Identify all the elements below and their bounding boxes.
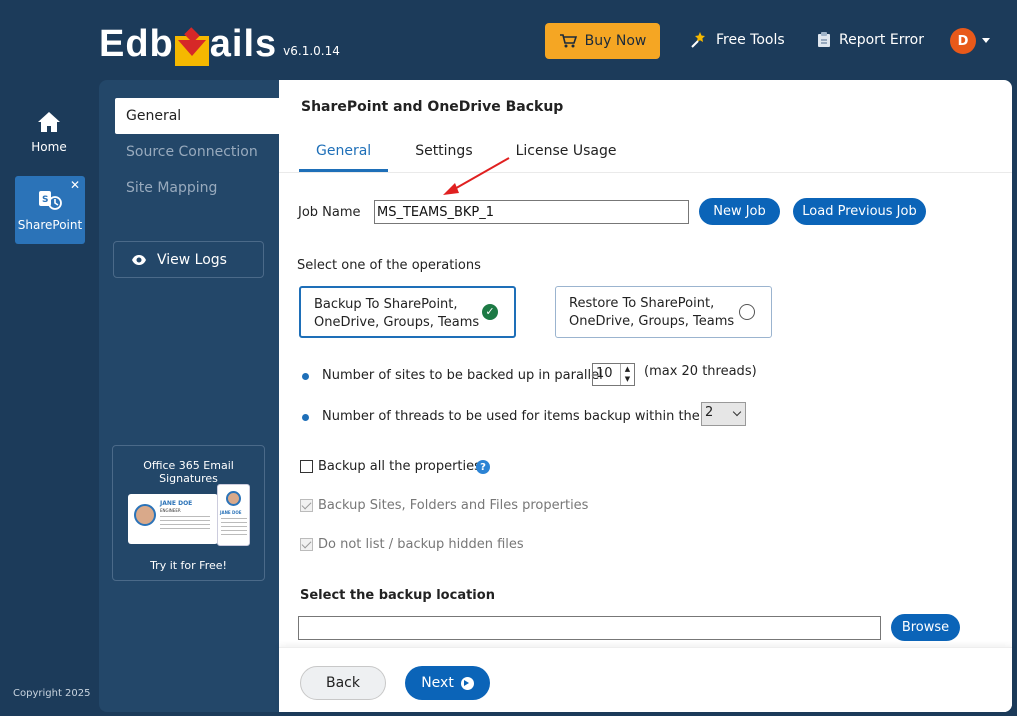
buy-now-label: Buy Now (584, 33, 647, 49)
avatar-photo-icon (134, 504, 156, 526)
restore-option-line2: OneDrive, Groups, Teams (569, 314, 735, 329)
load-previous-job-button[interactable]: Load Previous Job (793, 198, 926, 225)
stepper-arrows-icon[interactable]: ▲ ▼ (620, 364, 634, 385)
red-arrow-annotation (443, 157, 510, 195)
copyright-text: Copyright 2025 (13, 688, 91, 699)
report-error-link[interactable]: Report Error (817, 31, 924, 48)
backup-operation-option[interactable]: Backup To SharePoint, OneDrive, Groups, … (299, 286, 516, 338)
free-tools-label: Free Tools (716, 32, 785, 48)
promo-title: Office 365 Email Signatures (143, 459, 234, 485)
check-circle-icon: ✓ (482, 304, 498, 320)
nav-item-site-mapping[interactable]: Site Mapping (115, 170, 279, 206)
threads-select[interactable]: 2 (701, 402, 746, 426)
chevron-down-icon[interactable] (982, 38, 990, 43)
promo-mobile-lines (221, 518, 247, 538)
rail-sharepoint[interactable]: ✕ S SharePoint (15, 176, 85, 244)
backup-sites-properties-checkbox (300, 499, 313, 512)
promo-cta[interactable]: Try it for Free! (113, 559, 264, 572)
svg-text:S: S (42, 195, 48, 205)
cart-icon (559, 34, 577, 48)
hidden-files-label: Do not list / backup hidden files (318, 537, 524, 552)
rail-home-label: Home (31, 140, 67, 154)
footer-bar: Back Next (279, 647, 1012, 712)
new-job-button[interactable]: New Job (699, 198, 780, 225)
tab-license-usage[interactable]: License Usage (516, 143, 617, 172)
job-name-label: Job Name (298, 205, 361, 220)
sharepoint-icon: S (39, 191, 62, 210)
help-icon[interactable]: ? (476, 460, 490, 474)
logo-text-left: Edb (99, 23, 174, 65)
app-logo: Edb ails v6.1.0.14 (99, 18, 340, 66)
bullet-icon (302, 373, 309, 380)
chevron-down-icon (732, 407, 742, 417)
promo-card-role: ENGINEER (160, 508, 181, 513)
side-navigation: General Source Connection Site Mapping V… (99, 80, 279, 712)
wand-star-icon (691, 32, 705, 48)
app-version: v6.1.0.14 (283, 44, 340, 58)
report-error-label: Report Error (839, 31, 924, 48)
promo-signature-card: JANE DOE ENGINEER (128, 494, 218, 544)
operations-label: Select one of the operations (297, 258, 481, 273)
home-icon (38, 112, 60, 132)
email-signature-promo[interactable]: Office 365 Email Signatures JANE DOE ENG… (112, 445, 265, 581)
parallel-sites-label: Number of sites to be backed up in paral… (322, 368, 603, 383)
page-title: SharePoint and OneDrive Backup (301, 99, 564, 115)
tab-divider (279, 172, 1012, 173)
nav-item-general[interactable]: General (115, 98, 279, 134)
user-avatar[interactable]: D (950, 28, 976, 54)
logo-text-right: ails (209, 23, 278, 65)
rail-sharepoint-label: SharePoint (17, 218, 83, 232)
parallel-sites-note: (max 20 threads) (644, 364, 757, 379)
parallel-sites-stepper[interactable]: 10 ▲ ▼ (592, 363, 635, 386)
hidden-files-checkbox (300, 538, 313, 551)
threads-label: Number of threads to be used for items b… (322, 409, 735, 424)
promo-card-lines (160, 516, 210, 530)
backup-option-line2: OneDrive, Groups, Teams (314, 315, 480, 330)
restore-operation-option[interactable]: Restore To SharePoint, OneDrive, Groups,… (555, 286, 772, 338)
eye-icon (132, 254, 146, 265)
next-button[interactable]: Next (405, 666, 490, 700)
arrow-right-circle-icon (460, 676, 474, 690)
parallel-sites-value: 10 (596, 366, 613, 381)
radio-circle-icon (739, 304, 755, 320)
backup-sites-properties-label: Backup Sites, Folders and Files properti… (318, 498, 589, 513)
promo-card-name: JANE DOE (160, 500, 193, 507)
threads-value: 2 (705, 405, 714, 420)
back-button[interactable]: Back (300, 666, 386, 700)
backup-location-label: Select the backup location (300, 588, 495, 603)
nav-item-source-connection[interactable]: Source Connection (115, 134, 279, 170)
backup-option-line1: Backup To SharePoint, (314, 297, 458, 312)
job-name-input[interactable] (374, 200, 689, 224)
backup-all-properties-label: Backup all the properties (318, 459, 481, 474)
view-logs-button[interactable]: View Logs (113, 241, 264, 278)
backup-all-properties-checkbox[interactable] (300, 460, 313, 473)
avatar-photo-icon-small (226, 491, 241, 506)
close-icon[interactable]: ✕ (70, 178, 80, 192)
next-label: Next (421, 675, 454, 691)
rail-home[interactable]: Home (16, 110, 82, 164)
backup-location-input[interactable] (298, 616, 881, 640)
logo-mail-icon (174, 36, 209, 66)
bullet-icon (302, 414, 309, 421)
main-panel: SharePoint and OneDrive Backup General S… (279, 80, 1012, 712)
clipboard-icon (818, 32, 830, 47)
view-logs-label: View Logs (157, 251, 227, 268)
free-tools-link[interactable]: Free Tools (690, 31, 785, 49)
browse-button[interactable]: Browse (891, 614, 960, 641)
tab-general[interactable]: General (299, 143, 389, 172)
promo-mobile-card: JANE DOE (217, 484, 250, 546)
buy-now-button[interactable]: Buy Now (545, 23, 660, 59)
restore-option-line1: Restore To SharePoint, (569, 296, 715, 311)
promo-mobile-name: JANE DOE (220, 510, 242, 515)
